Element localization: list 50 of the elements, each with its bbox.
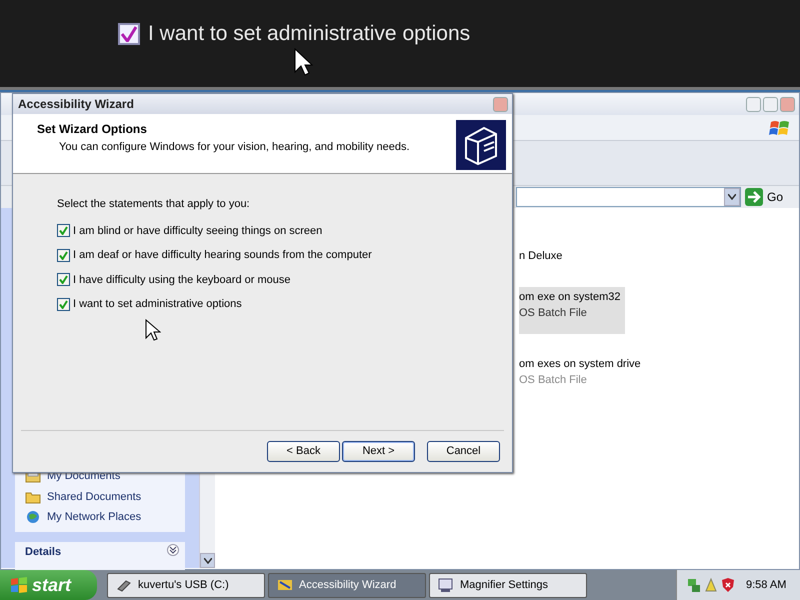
- wizard-heading: Set Wizard Options: [37, 121, 148, 138]
- file-item[interactable]: om exe on system32 OS Batch File: [519, 286, 624, 334]
- checkbox[interactable]: [57, 248, 70, 262]
- checkbox[interactable]: [57, 298, 70, 311]
- file-item[interactable]: n Deluxe: [519, 246, 566, 266]
- panel-title: Details: [25, 544, 62, 560]
- monitor-icon: [438, 577, 454, 593]
- checkbox-label: I want to set administrative options: [148, 21, 470, 47]
- checkbox-label: I have difficulty using the keyboard or mouse: [73, 272, 290, 288]
- window-title: Accessibility Wizard: [18, 96, 134, 113]
- file-name: om exe on system32: [519, 290, 620, 304]
- check-icon: [121, 26, 137, 42]
- go-button[interactable]: Go: [745, 188, 784, 206]
- scroll-down-icon[interactable]: [204, 558, 212, 564]
- network-icon[interactable]: [687, 577, 701, 593]
- check-icon: [59, 300, 68, 309]
- clock: 9:58 AM: [746, 578, 786, 593]
- address-field[interactable]: [516, 187, 741, 207]
- cancel-button[interactable]: Cancel: [427, 441, 500, 462]
- back-button[interactable]: < Back: [267, 441, 340, 462]
- checkbox[interactable]: [118, 22, 140, 45]
- check-icon: [59, 275, 68, 284]
- place-link[interactable]: Shared Documents: [25, 488, 185, 505]
- taskbar-button[interactable]: kuvertu's USB (C:): [107, 572, 265, 598]
- windows-logo-icon: [10, 576, 28, 594]
- taskbar-button[interactable]: Accessibility Wizard: [268, 572, 426, 598]
- accessibility-logo-icon: [456, 120, 506, 170]
- checkbox-label: I want to set administrative options: [73, 297, 242, 312]
- cursor-icon: [145, 318, 161, 340]
- next-button[interactable]: Next >: [342, 441, 415, 462]
- checkbox-label: I am blind or have difficulty seeing things on screen: [73, 224, 322, 238]
- checkbox-label: I am deaf or have difficulty hearing sounds from the computer: [73, 248, 372, 263]
- check-icon: [59, 226, 68, 236]
- file-type: OS Batch File: [519, 373, 588, 388]
- checkbox[interactable]: [57, 273, 70, 286]
- shield-icon[interactable]: [721, 577, 735, 593]
- file-name: om exes on system drive: [519, 356, 641, 372]
- collapse-icon[interactable]: [167, 544, 179, 556]
- cursor-icon: [294, 48, 316, 76]
- checkbox[interactable]: [57, 224, 70, 238]
- prompt-text: Select the statements that apply to you:: [57, 197, 251, 212]
- globe-icon: [25, 509, 41, 526]
- wizard-subheading: You can configure Windows for your vision, hearing, and mobility needs.: [58, 140, 410, 155]
- check-icon: [59, 250, 68, 260]
- file-item[interactable]: om exes on system drive OS Batch File: [519, 354, 645, 390]
- file-type: OS Batch File: [519, 306, 588, 321]
- place-link[interactable]: My Network Places: [25, 509, 185, 526]
- file-name: n Deluxe: [519, 249, 562, 264]
- taskbar-button[interactable]: Magnifier Settings: [429, 572, 587, 598]
- arrow-icon: [745, 188, 763, 206]
